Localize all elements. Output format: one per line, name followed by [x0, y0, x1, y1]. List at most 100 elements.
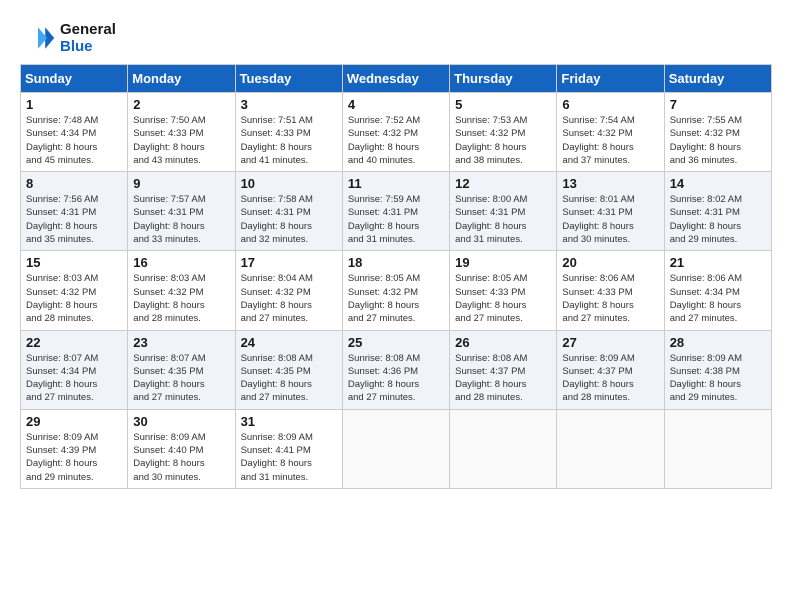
day-info: Sunrise: 8:03 AM Sunset: 4:32 PM Dayligh… [133, 272, 229, 325]
day-number: 20 [562, 255, 658, 270]
calendar-cell: 24Sunrise: 8:08 AM Sunset: 4:35 PM Dayli… [235, 330, 342, 409]
day-number: 29 [26, 414, 122, 429]
calendar-cell: 5 Sunrise: 7:53 AM Sunset: 4:32 PM Daylig… [450, 93, 557, 172]
day-number: 17 [241, 255, 337, 270]
day-info: Sunrise: 8:03 AM Sunset: 4:32 PM Dayligh… [26, 272, 122, 325]
day-number: 7 [670, 97, 766, 112]
day-info: Sunrise: 8:06 AM Sunset: 4:34 PM Dayligh… [670, 272, 766, 325]
day-info: Sunrise: 8:02 AM Sunset: 4:31 PM Dayligh… [670, 193, 766, 246]
day-info: Sunrise: 8:08 AM Sunset: 4:37 PM Dayligh… [455, 352, 551, 405]
day-number: 21 [670, 255, 766, 270]
calendar-cell [664, 409, 771, 488]
day-number: 18 [348, 255, 444, 270]
calendar-cell: 14 Sunrise: 8:02 AM Sunset: 4:31 PM Dayli… [664, 172, 771, 251]
calendar-cell: 11 Sunrise: 7:59 AM Sunset: 4:31 PM Dayli… [342, 172, 449, 251]
calendar-cell: 7 Sunrise: 7:55 AM Sunset: 4:32 PM Daylig… [664, 93, 771, 172]
day-number: 5 [455, 97, 551, 112]
day-number: 10 [241, 176, 337, 191]
weekday-header-saturday: Saturday [664, 65, 771, 93]
calendar-cell: 1 Sunrise: 7:48 AM Sunset: 4:34 PM Daylig… [21, 93, 128, 172]
calendar-cell: 30Sunrise: 8:09 AM Sunset: 4:40 PM Dayli… [128, 409, 235, 488]
page-container: General Blue SundayMondayTuesdayWednesda… [20, 20, 772, 489]
calendar-cell: 9 Sunrise: 7:57 AM Sunset: 4:31 PM Daylig… [128, 172, 235, 251]
day-number: 9 [133, 176, 229, 191]
day-info: Sunrise: 7:52 AM Sunset: 4:32 PM Dayligh… [348, 114, 444, 167]
calendar-cell: 31 Sunrise: 8:09 AM Sunset: 4:41 PM Dayli… [235, 409, 342, 488]
week-row-3: 15Sunrise: 8:03 AM Sunset: 4:32 PM Dayli… [21, 251, 772, 330]
day-info: Sunrise: 7:57 AM Sunset: 4:31 PM Dayligh… [133, 193, 229, 246]
calendar-cell: 15Sunrise: 8:03 AM Sunset: 4:32 PM Dayli… [21, 251, 128, 330]
day-info: Sunrise: 8:07 AM Sunset: 4:34 PM Dayligh… [26, 352, 122, 405]
day-number: 22 [26, 335, 122, 350]
day-number: 28 [670, 335, 766, 350]
calendar-cell: 2 Sunrise: 7:50 AM Sunset: 4:33 PM Daylig… [128, 93, 235, 172]
day-info: Sunrise: 8:08 AM Sunset: 4:35 PM Dayligh… [241, 352, 337, 405]
day-number: 13 [562, 176, 658, 191]
calendar-cell: 27 Sunrise: 8:09 AM Sunset: 4:37 PM Dayli… [557, 330, 664, 409]
day-number: 19 [455, 255, 551, 270]
day-info: Sunrise: 8:07 AM Sunset: 4:35 PM Dayligh… [133, 352, 229, 405]
weekday-header-row: SundayMondayTuesdayWednesdayThursdayFrid… [21, 65, 772, 93]
calendar-cell: 4 Sunrise: 7:52 AM Sunset: 4:32 PM Daylig… [342, 93, 449, 172]
day-info: Sunrise: 8:09 AM Sunset: 4:39 PM Dayligh… [26, 431, 122, 484]
calendar-cell: 18 Sunrise: 8:05 AM Sunset: 4:32 PM Dayli… [342, 251, 449, 330]
day-number: 6 [562, 97, 658, 112]
day-info: Sunrise: 8:05 AM Sunset: 4:33 PM Dayligh… [455, 272, 551, 325]
day-info: Sunrise: 7:48 AM Sunset: 4:34 PM Dayligh… [26, 114, 122, 167]
day-info: Sunrise: 7:55 AM Sunset: 4:32 PM Dayligh… [670, 114, 766, 167]
day-info: Sunrise: 7:53 AM Sunset: 4:32 PM Dayligh… [455, 114, 551, 167]
calendar-cell: 21 Sunrise: 8:06 AM Sunset: 4:34 PM Dayli… [664, 251, 771, 330]
calendar-cell [557, 409, 664, 488]
day-number: 4 [348, 97, 444, 112]
day-info: Sunrise: 8:05 AM Sunset: 4:32 PM Dayligh… [348, 272, 444, 325]
week-row-1: 1 Sunrise: 7:48 AM Sunset: 4:34 PM Daylig… [21, 93, 772, 172]
calendar-cell: 22 Sunrise: 8:07 AM Sunset: 4:34 PM Dayli… [21, 330, 128, 409]
day-number: 8 [26, 176, 122, 191]
calendar-cell: 13 Sunrise: 8:01 AM Sunset: 4:31 PM Dayli… [557, 172, 664, 251]
logo: General Blue [20, 20, 116, 56]
header: General Blue [20, 20, 772, 56]
day-number: 26 [455, 335, 551, 350]
day-number: 3 [241, 97, 337, 112]
weekday-header-monday: Monday [128, 65, 235, 93]
weekday-header-friday: Friday [557, 65, 664, 93]
day-info: Sunrise: 7:54 AM Sunset: 4:32 PM Dayligh… [562, 114, 658, 167]
day-number: 16 [133, 255, 229, 270]
day-info: Sunrise: 8:01 AM Sunset: 4:31 PM Dayligh… [562, 193, 658, 246]
weekday-header-sunday: Sunday [21, 65, 128, 93]
day-number: 27 [562, 335, 658, 350]
day-number: 30 [133, 414, 229, 429]
week-row-4: 22 Sunrise: 8:07 AM Sunset: 4:34 PM Dayli… [21, 330, 772, 409]
calendar-cell: 20Sunrise: 8:06 AM Sunset: 4:33 PM Dayli… [557, 251, 664, 330]
day-info: Sunrise: 7:59 AM Sunset: 4:31 PM Dayligh… [348, 193, 444, 246]
day-number: 31 [241, 414, 337, 429]
weekday-header-wednesday: Wednesday [342, 65, 449, 93]
calendar-cell: 19 Sunrise: 8:05 AM Sunset: 4:33 PM Dayli… [450, 251, 557, 330]
weekday-header-tuesday: Tuesday [235, 65, 342, 93]
calendar-table: SundayMondayTuesdayWednesdayThursdayFrid… [20, 64, 772, 489]
calendar-cell: 25 Sunrise: 8:08 AM Sunset: 4:36 PM Dayli… [342, 330, 449, 409]
calendar-cell: 28Sunrise: 8:09 AM Sunset: 4:38 PM Dayli… [664, 330, 771, 409]
day-info: Sunrise: 8:08 AM Sunset: 4:36 PM Dayligh… [348, 352, 444, 405]
calendar-cell: 3Sunrise: 7:51 AM Sunset: 4:33 PM Daylig… [235, 93, 342, 172]
calendar-cell: 26 Sunrise: 8:08 AM Sunset: 4:37 PM Dayli… [450, 330, 557, 409]
day-info: Sunrise: 7:56 AM Sunset: 4:31 PM Dayligh… [26, 193, 122, 246]
day-number: 12 [455, 176, 551, 191]
calendar-cell: 29 Sunrise: 8:09 AM Sunset: 4:39 PM Dayli… [21, 409, 128, 488]
logo-text: General Blue [60, 21, 116, 55]
day-info: Sunrise: 8:00 AM Sunset: 4:31 PM Dayligh… [455, 193, 551, 246]
day-info: Sunrise: 7:50 AM Sunset: 4:33 PM Dayligh… [133, 114, 229, 167]
day-number: 1 [26, 97, 122, 112]
day-number: 14 [670, 176, 766, 191]
logo-icon [20, 20, 56, 56]
calendar-cell [450, 409, 557, 488]
day-number: 23 [133, 335, 229, 350]
calendar-cell [342, 409, 449, 488]
day-info: Sunrise: 8:09 AM Sunset: 4:37 PM Dayligh… [562, 352, 658, 405]
calendar-cell: 17Sunrise: 8:04 AM Sunset: 4:32 PM Dayli… [235, 251, 342, 330]
day-number: 2 [133, 97, 229, 112]
day-info: Sunrise: 8:09 AM Sunset: 4:41 PM Dayligh… [241, 431, 337, 484]
week-row-2: 8 Sunrise: 7:56 AM Sunset: 4:31 PM Daylig… [21, 172, 772, 251]
day-number: 25 [348, 335, 444, 350]
day-number: 11 [348, 176, 444, 191]
